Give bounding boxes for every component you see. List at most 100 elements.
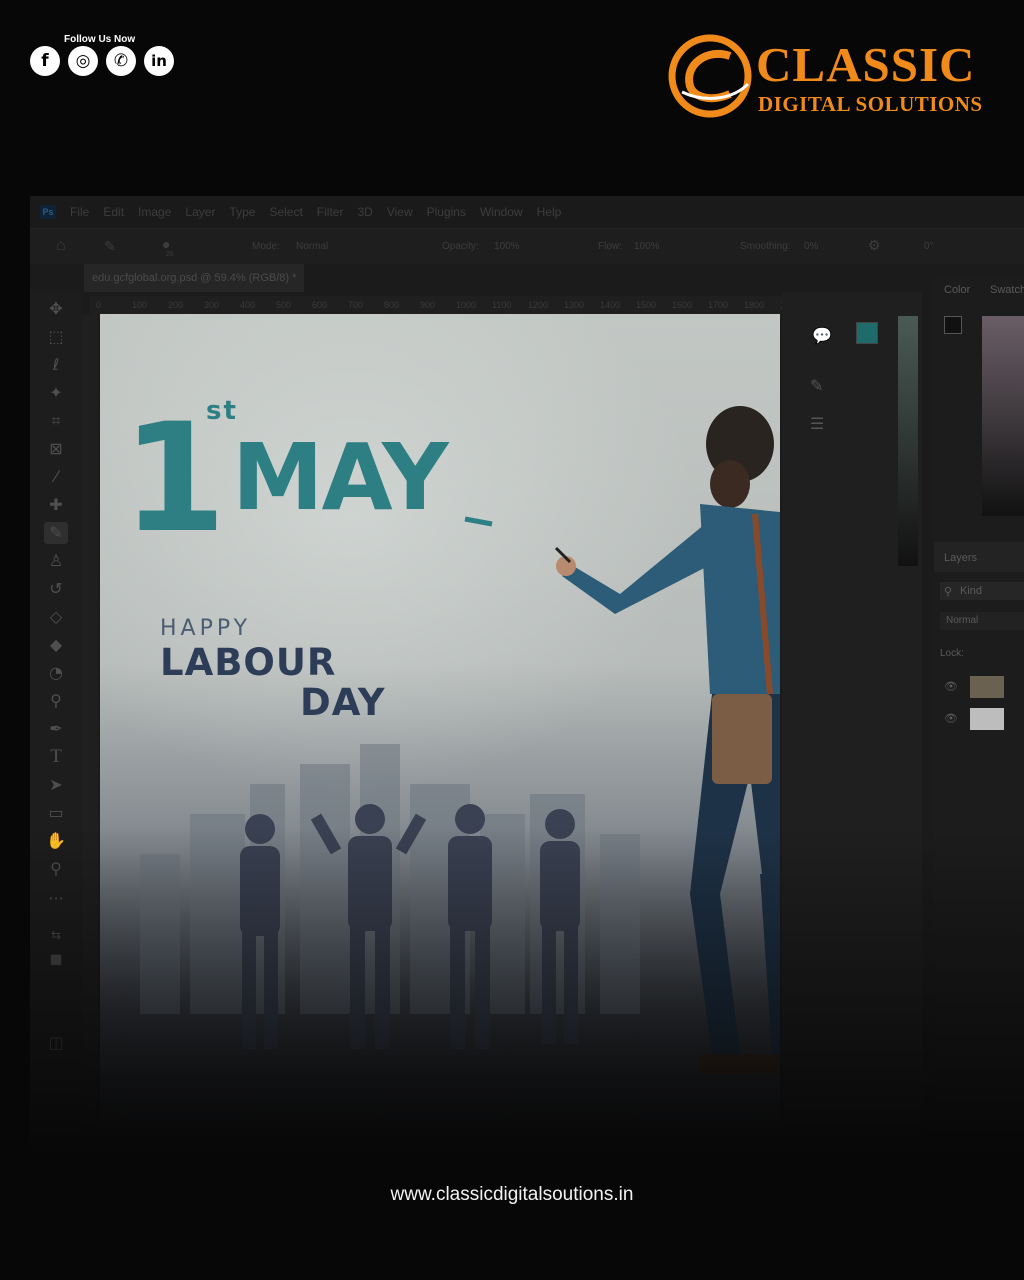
ruler-tick: 500	[276, 300, 292, 310]
zoom-tool-icon[interactable]: ⚲	[44, 858, 68, 880]
ruler-tick: 800	[384, 300, 400, 310]
menu-image[interactable]: Image	[138, 205, 171, 219]
eraser-tool-icon[interactable]: ◇	[44, 606, 68, 628]
layer-thumbnail	[970, 708, 1004, 730]
options-bar: ⌂ ✎ ● 26 Mode: Normal Opacity: 100% Flow…	[30, 228, 1024, 265]
document-tabs: edu.gcfglobal.org.psd @ 59.4% (RGB/8) *	[30, 264, 1024, 292]
ruler-tick: 100	[132, 300, 148, 310]
follow-label: Follow Us Now	[64, 34, 136, 45]
linkedin-icon[interactable]: in	[144, 46, 174, 76]
blend-mode-select[interactable]: Normal	[940, 612, 1024, 630]
lasso-tool-icon[interactable]: ℓ	[44, 354, 68, 376]
color-chip[interactable]	[944, 316, 962, 334]
stamp-tool-icon[interactable]: ♙	[44, 550, 68, 572]
screen-mode-icon[interactable]: ▢	[44, 1144, 68, 1166]
layers-header: Layers	[934, 542, 1024, 572]
tab-swatches[interactable]: Swatch	[990, 284, 1024, 296]
brush-size: 26	[166, 251, 174, 258]
visibility-eye-icon[interactable]: 👁	[944, 712, 958, 725]
facebook-icon[interactable]: f	[30, 46, 60, 76]
blend-mode-value: Normal	[946, 615, 979, 626]
blur-tool-icon[interactable]: ◔	[44, 662, 68, 684]
menu-bar: Ps File Edit Image Layer Type Select Fil…	[30, 196, 1024, 228]
menu-3d[interactable]: 3D	[357, 205, 372, 219]
menu-filter[interactable]: Filter	[317, 205, 344, 219]
dodge-tool-icon[interactable]: ⚲	[44, 690, 68, 712]
menu-window[interactable]: Window	[480, 205, 523, 219]
photoshop-window: Ps File Edit Image Layer Type Select Fil…	[30, 196, 1024, 1186]
instagram-icon[interactable]: ◎	[68, 46, 98, 76]
color-field[interactable]	[982, 316, 1024, 516]
ruler-tick: 1300	[564, 300, 585, 310]
paint-bucket-tool-icon[interactable]: ◆	[44, 634, 68, 656]
angle-input[interactable]: 0°	[924, 241, 934, 252]
document-tab[interactable]: edu.gcfglobal.org.psd @ 59.4% (RGB/8) *	[84, 264, 305, 292]
menu-type[interactable]: Type	[229, 205, 255, 219]
more-tools-icon[interactable]: ···	[44, 888, 68, 910]
brush-settings-icon[interactable]: ✎	[810, 376, 823, 396]
mode-label: Mode:	[252, 241, 280, 252]
hand-tool-icon[interactable]: ✋	[44, 830, 68, 852]
lock-label: Lock:	[940, 648, 964, 659]
crop-tool-icon[interactable]: ⌗	[44, 410, 68, 432]
brush-preset-icon[interactable]: ✎	[104, 238, 116, 255]
swap-colors-icon[interactable]: ⇆	[44, 924, 68, 946]
tools-panel: ✥ ⬚ ℓ ✦ ⌗ ⊠ ⁄ ✚ ✎ ♙ ↺ ◇ ◆ ◔ ⚲ ✒ T ➤ ▭ ✋ …	[30, 292, 82, 1186]
eyedropper-tool-icon[interactable]: ⁄	[44, 466, 68, 488]
menu-edit[interactable]: Edit	[103, 205, 124, 219]
kind-label: Kind	[960, 585, 983, 597]
menu-view[interactable]: View	[387, 205, 413, 219]
magic-wand-tool-icon[interactable]: ✦	[44, 382, 68, 404]
ruler-tick: 200	[168, 300, 184, 310]
color-slider[interactable]	[898, 316, 918, 566]
menu-layer[interactable]: Layer	[185, 205, 215, 219]
marquee-tool-icon[interactable]: ⬚	[44, 326, 68, 348]
pen-tool-icon[interactable]: ✒	[44, 718, 68, 740]
logo-title: CLASSIC	[756, 37, 976, 92]
ruler-tick: 1700	[708, 300, 729, 310]
opacity-input[interactable]: 100%	[494, 241, 520, 252]
foreground-color-swatch[interactable]	[856, 322, 878, 344]
website-url[interactable]: www.classicdigitalsoutions.in	[0, 1184, 1024, 1206]
ruler-tick: 1600	[672, 300, 693, 310]
sliders-icon[interactable]: ☰	[810, 414, 824, 434]
history-brush-tool-icon[interactable]: ↺	[44, 578, 68, 600]
mode-select[interactable]: Normal	[296, 241, 328, 252]
menu-file[interactable]: File	[70, 205, 89, 219]
ruler-tick: 1100	[492, 300, 512, 310]
ruler-tick: 600	[312, 300, 328, 310]
flow-input[interactable]: 100%	[634, 241, 660, 252]
ruler-tick: 1800	[744, 300, 765, 310]
rectangle-tool-icon[interactable]: ▭	[44, 802, 68, 824]
menu-help[interactable]: Help	[537, 205, 562, 219]
brand-logo[interactable]: CLASSIC DIGITAL SOLUTIONS	[668, 34, 998, 124]
path-selection-tool-icon[interactable]: ➤	[44, 774, 68, 796]
home-icon[interactable]: ⌂	[56, 237, 66, 255]
visibility-eye-icon[interactable]: 👁	[944, 680, 958, 693]
paint-stroke	[464, 516, 493, 527]
layer-thumbnail	[970, 676, 1004, 698]
layer-row[interactable]: 👁	[934, 704, 1024, 734]
brush-tool-icon[interactable]: ✎	[44, 522, 68, 544]
smoothing-input[interactable]: 0%	[804, 241, 818, 252]
healing-tool-icon[interactable]: ✚	[44, 494, 68, 516]
document-canvas[interactable]: 1 st MAY HAPPY LABOUR DAY	[100, 314, 780, 1186]
move-tool-icon[interactable]: ✥	[44, 298, 68, 320]
menu-select[interactable]: Select	[269, 205, 302, 219]
layer-filter[interactable]: ⚲ Kind	[940, 582, 1024, 600]
smoothing-label: Smoothing:	[740, 241, 791, 252]
frame-tool-icon[interactable]: ⊠	[44, 438, 68, 460]
color-swatch-icon[interactable]: ◼	[44, 948, 68, 970]
comment-icon[interactable]: 💬	[812, 326, 832, 346]
brush-size-dot-icon[interactable]: ●	[162, 236, 170, 252]
settings-gear-icon[interactable]: ⚙	[868, 237, 881, 254]
whatsapp-icon[interactable]: ✆	[106, 46, 136, 76]
tab-layers[interactable]: Layers	[944, 552, 977, 564]
quick-mask-icon[interactable]: ◫	[44, 1032, 68, 1054]
photoshop-app-icon: Ps	[40, 205, 56, 219]
layer-row[interactable]: 👁	[934, 672, 1024, 702]
tab-color[interactable]: Color	[944, 284, 970, 296]
type-tool-icon[interactable]: T	[44, 746, 68, 768]
menu-plugins[interactable]: Plugins	[427, 205, 466, 219]
logo-subtitle: DIGITAL SOLUTIONS	[758, 92, 983, 116]
